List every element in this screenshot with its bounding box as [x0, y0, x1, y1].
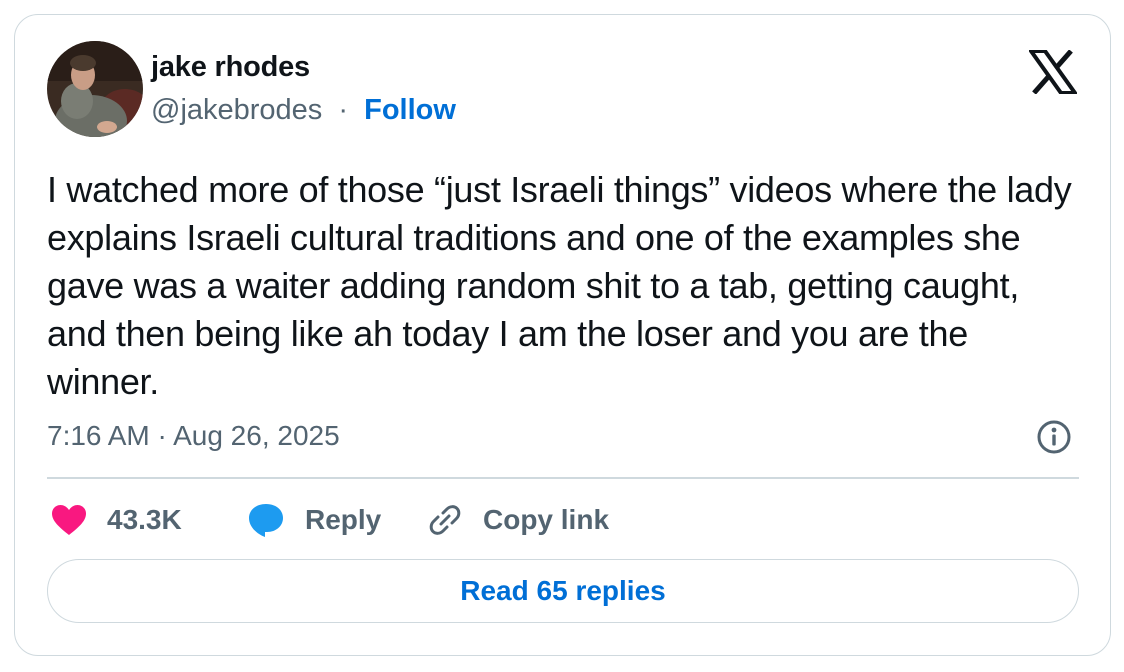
link-icon — [427, 502, 463, 538]
x-logo-icon[interactable] — [1027, 49, 1079, 95]
reply-label: Reply — [305, 504, 382, 535]
speech-bubble-icon — [247, 502, 285, 538]
handle-separator: · — [338, 94, 349, 126]
read-replies-label: Read 65 replies — [460, 575, 666, 606]
avatar[interactable] — [47, 41, 143, 137]
author-handle[interactable]: @jakebrodes — [151, 94, 322, 126]
copy-link-button[interactable]: Copy link — [427, 501, 609, 539]
tweet-card: jake rhodes @jakebrodes · Follow I watch… — [14, 14, 1111, 656]
author-name[interactable]: jake rhodes — [151, 51, 310, 84]
divider — [47, 477, 1079, 479]
author-handle-row: @jakebrodes · Follow — [151, 94, 456, 127]
reply-button[interactable]: Reply — [247, 501, 381, 539]
copy-link-label: Copy link — [483, 504, 610, 535]
like-count: 43.3K — [107, 504, 182, 535]
tweet-text: I watched more of those “just Israeli th… — [47, 169, 1072, 402]
tweet-timestamp[interactable]: 7:16 AM · Aug 26, 2025 — [47, 420, 340, 452]
follow-button[interactable]: Follow — [364, 94, 456, 126]
read-replies-button[interactable]: Read 65 replies — [47, 559, 1079, 623]
info-icon[interactable] — [1037, 420, 1071, 454]
heart-icon — [51, 504, 87, 536]
like-button[interactable]: 43.3K — [51, 501, 182, 539]
